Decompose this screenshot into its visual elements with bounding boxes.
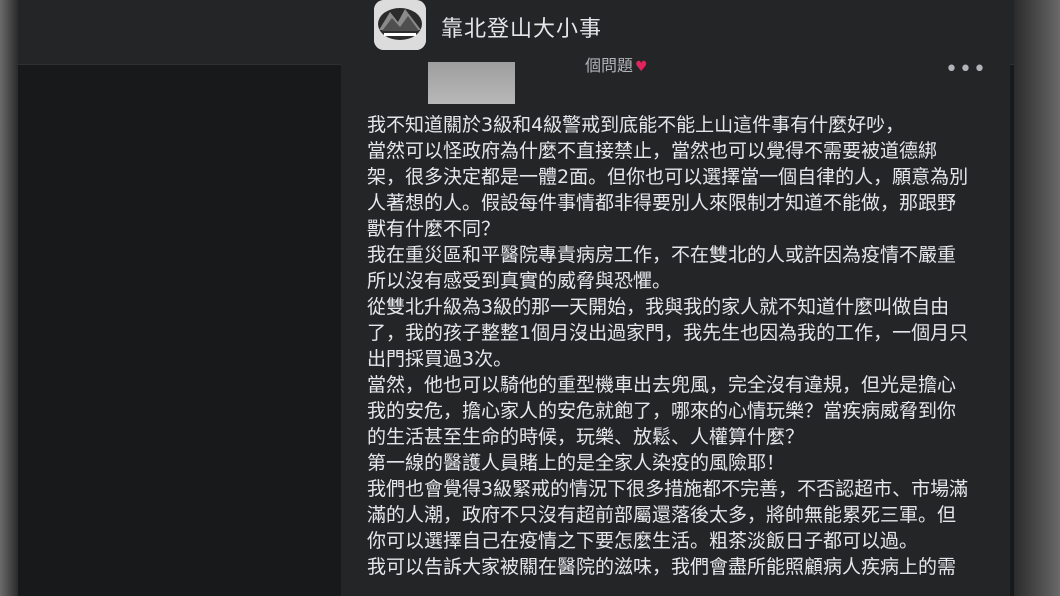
blurred-poster-avatar (428, 62, 515, 104)
post-line: 我在重災區和平醫院專責病房工作，不在雙北的人或許因為疫情不嚴重 (367, 244, 957, 266)
right-video-frame (1014, 0, 1060, 596)
screenshot-stage: 靠北登山大小事 個問題 ♥ ••• 我不知道關於3級和4級警戒到底能不能上山這件事… (0, 0, 1060, 596)
post-line: 獸有什麼不同？ (367, 218, 501, 240)
mountain-group-avatar-icon[interactable] (374, 0, 426, 50)
post-line: 出門採買過3次。 (367, 348, 513, 370)
post-line: 從雙北升級為3級的那一天開始，我與我的家人就不知道什麼叫做自由 (367, 296, 950, 318)
post-body: 我不知道關於3級和4級警戒到底能不能上山這件事有什麼好吵， 當然可以怪政府為什麼… (367, 112, 987, 580)
post-line: 我不知道關於3級和4級警戒到底能不能上山這件事有什麼好吵， (367, 114, 905, 136)
post-line: 的生活甚至生命的時候，玩樂、放鬆、人權算什麼？ (367, 426, 805, 448)
post-line: 架，很多決定都是一體2面。但你也可以選擇當一個自律的人，願意為別 (367, 166, 969, 188)
poster-meta-text: 個問題 (585, 56, 634, 75)
more-options-button[interactable]: ••• (945, 59, 986, 86)
post-line: 第一線的醫護人員賭上的是全家人染疫的風險耶！ (367, 452, 786, 474)
group-name[interactable]: 靠北登山大小事 (441, 11, 602, 43)
post-line: 了，我的孩子整整1個月沒出過家門，我先生也因為我的工作，一個月只 (367, 322, 969, 344)
post-line: 當然，他也可以騎他的重型機車出去兜風，完全沒有違規，但光是擔心 (367, 374, 957, 396)
post-line: 當然可以怪政府為什麼不直接禁止，當然也可以覺得不需要被道德綁 (367, 140, 938, 162)
more-options-icon: ••• (945, 57, 987, 82)
mountain-avatar-svg (374, 0, 426, 50)
post-card: 個問題 ♥ ••• 我不知道關於3級和4級警戒到底能不能上山這件事有什麼好吵， 當… (341, 50, 1010, 596)
heart-icon: ♥ (635, 59, 648, 75)
post-line: 我的安危，擔心家人的安危就飽了，哪來的心情玩樂？當疾病威脅到你 (367, 400, 957, 422)
post-line: 你可以選擇自己在疫情之下要怎麼生活。粗茶淡飯日子都可以過。 (367, 530, 919, 552)
poster-meta: 個問題 ♥ (585, 52, 648, 76)
post-line: 人著想的人。假設每件事情都非得要別人來限制才知道不能做，那跟野 (367, 192, 957, 214)
post-line: 所以沒有感受到真實的威脅與恐懼。 (367, 270, 672, 292)
left-dark-area (18, 64, 341, 596)
post-line: 我們也會覺得3級緊戒的情況下很多措施都不完善，不否認超市、市場滿 (367, 478, 969, 500)
post-line: 滿的人潮，政府不只沒有超前部屬還落後太多，將帥無能累死三軍。但 (367, 504, 957, 526)
post-line: 我可以告訴大家被關在醫院的滋味，我們會盡所能照顧病人疾病上的需 (367, 556, 957, 578)
left-video-frame (0, 0, 18, 596)
